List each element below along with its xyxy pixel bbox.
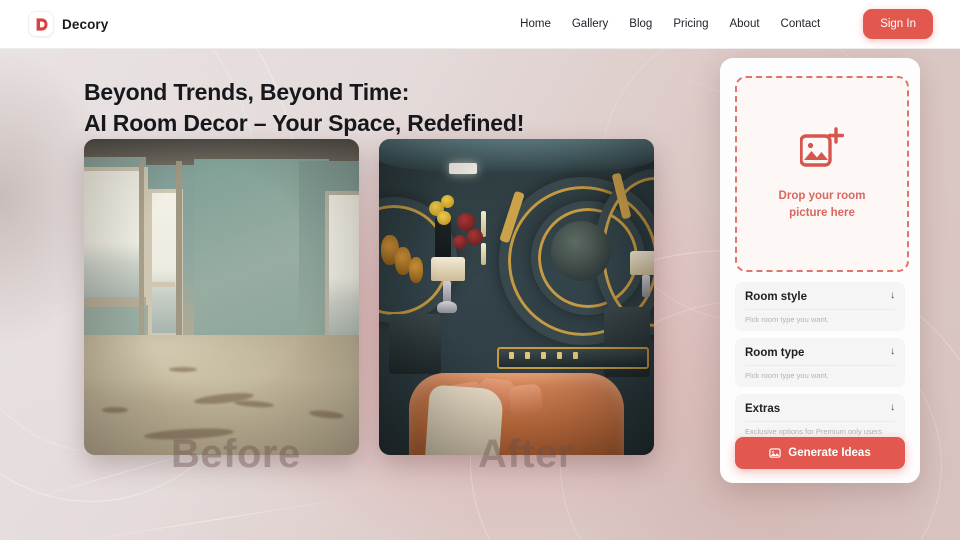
nav-link-pricing[interactable]: Pricing: [673, 18, 708, 30]
top-navbar: Decory Home Gallery Blog Pricing About C…: [0, 0, 960, 49]
accordion-title: Room style: [745, 291, 807, 303]
after-room-artwork: [379, 139, 654, 455]
add-image-icon: [799, 127, 845, 174]
page-title: Beyond Trends, Beyond Time: AI Room Deco…: [84, 77, 704, 138]
page-title-line-1: Beyond Trends, Beyond Time:: [84, 79, 410, 106]
letter-d-logo-icon: [29, 12, 53, 36]
accordion-item-room-style[interactable]: Room style Pick room type you want. ↓: [735, 282, 905, 331]
nav-links: Home Gallery Blog Pricing About Contact …: [520, 9, 960, 39]
before-room-artwork: [84, 139, 359, 455]
image-icon: [769, 447, 781, 459]
accordion-item-room-type[interactable]: Room type Pick room type you want. ↓: [735, 338, 905, 387]
design-tool-panel: Drop your room picture here Room style P…: [720, 58, 920, 483]
image-vignette: [84, 139, 359, 455]
accordion-subtitle: Pick room type you want.: [745, 365, 895, 380]
after-image[interactable]: [379, 139, 654, 455]
brand-name: Decory: [62, 16, 109, 32]
nav-link-contact[interactable]: Contact: [781, 18, 821, 30]
nav-link-about[interactable]: About: [729, 18, 759, 30]
nav-link-gallery[interactable]: Gallery: [572, 18, 608, 30]
accordion-title: Extras: [745, 403, 781, 415]
nav-link-home[interactable]: Home: [520, 18, 551, 30]
image-dropzone[interactable]: Drop your room picture here: [735, 76, 909, 272]
app-page: Decory Home Gallery Blog Pricing About C…: [0, 0, 960, 540]
generate-ideas-label: Generate Ideas: [788, 447, 871, 459]
image-vignette: [379, 139, 654, 455]
nav-link-blog[interactable]: Blog: [629, 18, 652, 30]
accordion-title: Room type: [745, 347, 805, 359]
sign-in-button[interactable]: Sign In: [863, 9, 933, 39]
arrow-down-icon[interactable]: ↓: [890, 291, 895, 301]
background-streak: [61, 496, 359, 540]
generate-ideas-button[interactable]: Generate Ideas: [735, 437, 905, 469]
arrow-down-icon[interactable]: ↓: [890, 403, 895, 413]
page-title-line-2: AI Room Decor – Your Space, Redefined!: [84, 109, 525, 136]
brand-logo[interactable]: Decory: [29, 12, 108, 36]
options-accordion: Room style Pick room type you want. ↓ Ro…: [735, 282, 905, 450]
dropzone-label: Drop your room picture here: [778, 190, 866, 219]
accordion-subtitle: Exclusive options for Premium only users: [745, 421, 895, 436]
accordion-subtitle: Pick room type you want.: [745, 309, 895, 324]
before-image[interactable]: [84, 139, 359, 455]
arrow-down-icon[interactable]: ↓: [890, 347, 895, 357]
accordion-item-extras[interactable]: Extras Exclusive options for Premium onl…: [735, 394, 905, 443]
